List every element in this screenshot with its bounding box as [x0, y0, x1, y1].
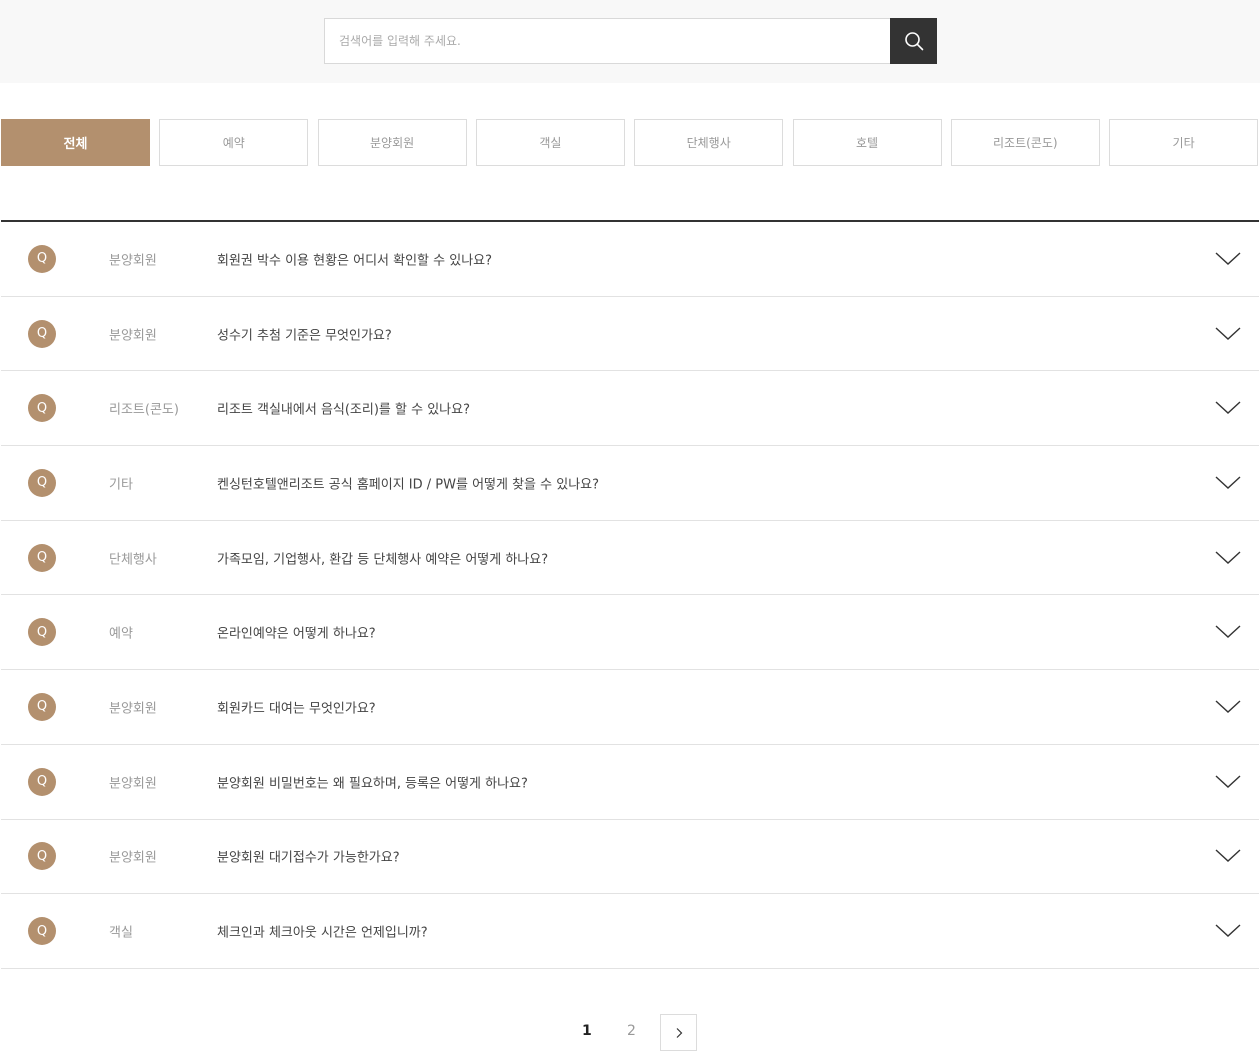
chevron-right-icon: [676, 1027, 682, 1038]
faq-row[interactable]: Q 분양회원 회원권 박수 이용 현황은 어디서 확인할 수 있나요?: [1, 222, 1259, 297]
faq-category: 리조트(콘도): [109, 402, 179, 418]
chevron-down-icon[interactable]: [1215, 923, 1241, 939]
faq-question: 회원권 박수 이용 현황은 어디서 확인할 수 있나요?: [217, 253, 493, 269]
q-badge: Q: [28, 767, 56, 796]
faq-row[interactable]: Q 분양회원 분양회원 대기접수가 가능한가요?: [1, 820, 1259, 895]
search-icon: [904, 32, 923, 51]
q-badge: Q: [28, 543, 56, 572]
faq-category: 분양회원: [109, 850, 157, 866]
faq-question: 성수기 추첨 기준은 무엇인가요?: [217, 328, 392, 344]
q-badge: Q: [28, 692, 56, 721]
chevron-down-icon[interactable]: [1215, 699, 1241, 715]
faq-question: 분양회원 대기접수가 가능한가요?: [217, 850, 400, 866]
faq-row[interactable]: Q 객실 체크인과 체크아웃 시간은 언제입니까?: [1, 894, 1259, 969]
chevron-down-icon[interactable]: [1215, 848, 1241, 864]
faq-category: 분양회원: [109, 701, 157, 717]
search-box: [324, 18, 937, 64]
pagination: 1 2: [0, 1014, 1260, 1051]
faq-row[interactable]: Q 리조트(콘도) 리조트 객실내에서 음식(조리)를 할 수 있나요?: [1, 371, 1259, 447]
faq-row[interactable]: Q 분양회원 분양회원 비밀번호는 왜 필요하며, 등록은 어떻게 하나요?: [1, 745, 1259, 820]
category-tabs: 전체 예약 분양회원 객실 단체행사 호텔 리조트(콘도) 기타: [1, 119, 1259, 166]
q-badge: Q: [28, 917, 56, 946]
q-badge: Q: [28, 468, 56, 497]
chevron-down-icon[interactable]: [1215, 251, 1241, 267]
tab-0[interactable]: 전체: [1, 119, 150, 166]
q-badge: Q: [28, 319, 56, 348]
faq-question: 회원카드 대여는 무엇인가요?: [217, 701, 376, 717]
chevron-down-icon[interactable]: [1215, 550, 1241, 566]
faq-category: 예약: [109, 626, 133, 642]
tab-6[interactable]: 리조트(콘도): [950, 119, 1100, 166]
chevron-down-icon[interactable]: [1215, 326, 1241, 342]
faq-question: 가족모임, 기업행사, 환갑 등 단체행사 예약은 어떻게 하나요?: [217, 552, 549, 568]
q-badge: Q: [28, 244, 56, 273]
faq-question: 온라인예약은 어떻게 하나요?: [217, 626, 376, 642]
q-badge: Q: [28, 618, 56, 647]
tab-3[interactable]: 객실: [475, 119, 625, 166]
faq-row[interactable]: Q 예약 온라인예약은 어떻게 하나요?: [1, 595, 1259, 671]
faq-category: 기타: [109, 477, 133, 493]
faq-category: 분양회원: [109, 776, 157, 792]
tab-1[interactable]: 예약: [159, 119, 309, 166]
faq-category: 객실: [109, 925, 133, 941]
next-page-button[interactable]: [660, 1014, 697, 1051]
q-badge: Q: [28, 394, 56, 423]
faq-category: 분양회원: [109, 328, 157, 344]
search-input[interactable]: [325, 19, 891, 63]
faq-question: 켄싱턴호텔앤리조트 공식 홈페이지 ID / PW를 어떻게 찾을 수 있나요?: [217, 477, 600, 493]
faq-row[interactable]: Q 단체행사 가족모임, 기업행사, 환갑 등 단체행사 예약은 어떻게 하나요?: [1, 521, 1259, 596]
chevron-down-icon[interactable]: [1215, 400, 1241, 416]
tab-4[interactable]: 단체행사: [634, 119, 784, 166]
tab-5[interactable]: 호텔: [792, 119, 942, 166]
faq-question: 체크인과 체크아웃 시간은 언제입니까?: [217, 925, 428, 941]
faq-question: 리조트 객실내에서 음식(조리)를 할 수 있나요?: [217, 402, 470, 418]
tab-7[interactable]: 기타: [1109, 119, 1259, 166]
faq-list: Q 분양회원 회원권 박수 이용 현황은 어디서 확인할 수 있나요? Q 분양회원 성수…: [1, 220, 1259, 969]
search-button[interactable]: [890, 18, 937, 64]
chevron-down-icon[interactable]: [1215, 475, 1241, 491]
chevron-down-icon[interactable]: [1215, 624, 1241, 640]
faq-category: 분양회원: [109, 253, 157, 269]
search-area: [0, 0, 1260, 83]
faq-category: 단체행사: [109, 552, 157, 568]
page-1[interactable]: 1: [582, 1023, 592, 1039]
q-badge: Q: [28, 842, 56, 871]
page-2[interactable]: 2: [627, 1023, 636, 1039]
tab-2[interactable]: 분양회원: [317, 119, 467, 166]
chevron-down-icon[interactable]: [1215, 774, 1241, 790]
faq-row[interactable]: Q 분양회원 성수기 추첨 기준은 무엇인가요?: [1, 297, 1259, 372]
faq-question: 분양회원 비밀번호는 왜 필요하며, 등록은 어떻게 하나요?: [217, 776, 528, 792]
faq-row[interactable]: Q 기타 켄싱턴호텔앤리조트 공식 홈페이지 ID / PW를 어떻게 찾을 수 있…: [1, 446, 1259, 521]
faq-row[interactable]: Q 분양회원 회원카드 대여는 무엇인가요?: [1, 670, 1259, 745]
